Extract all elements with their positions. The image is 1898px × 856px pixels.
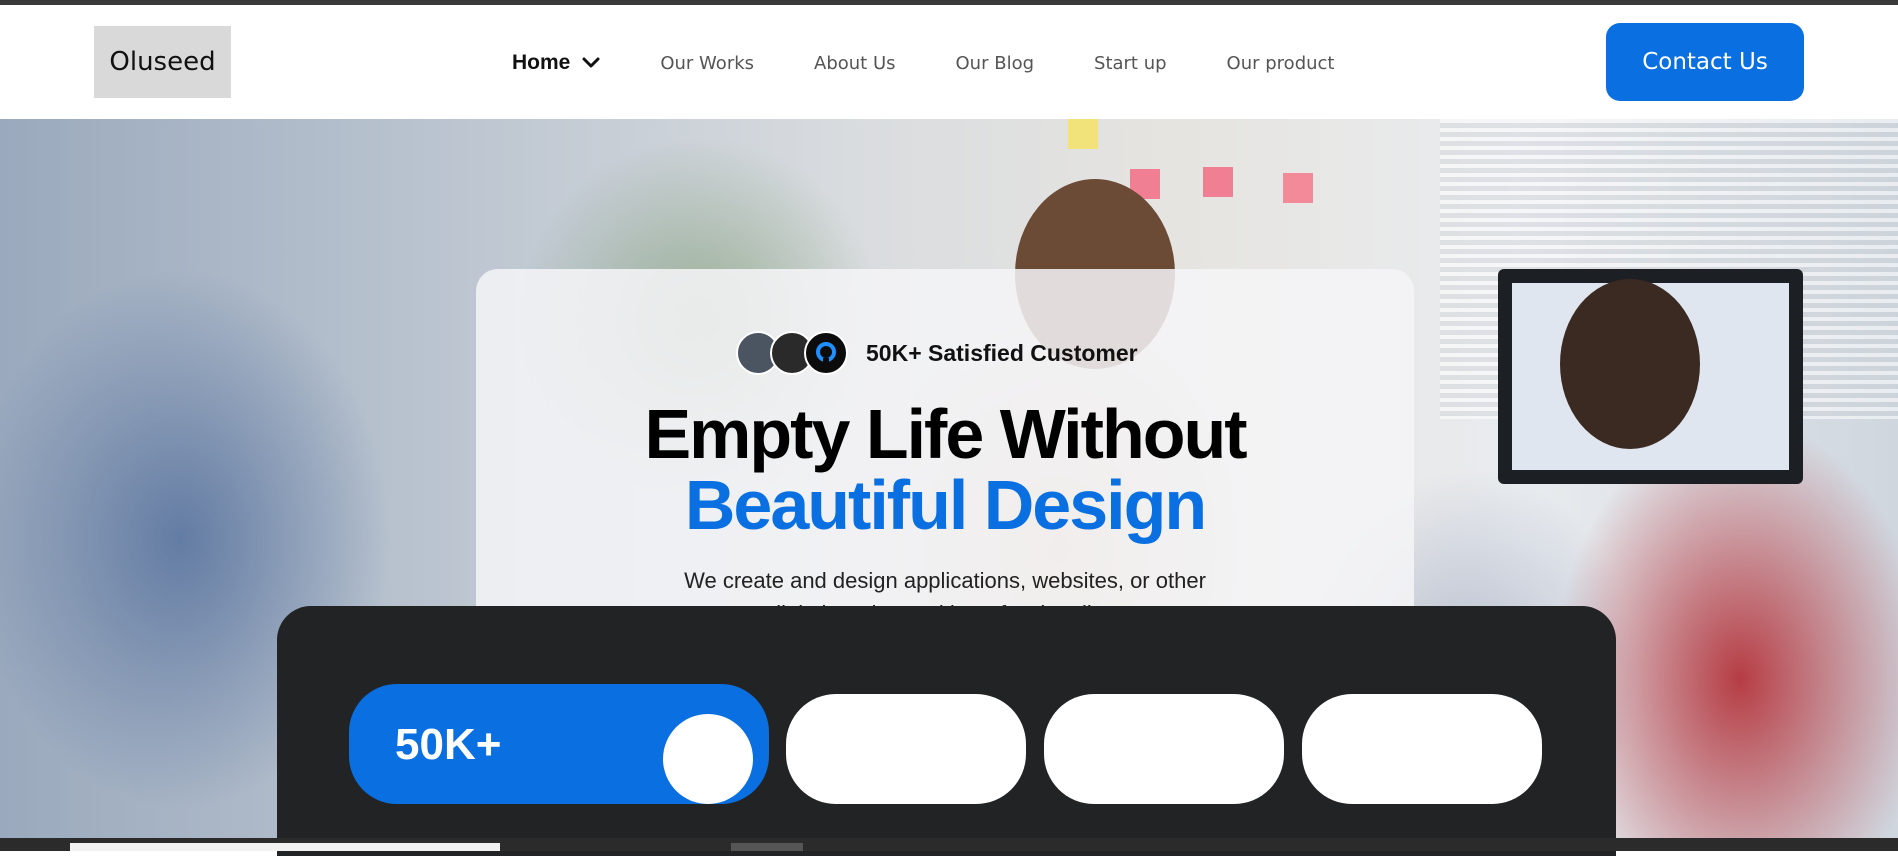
stat-icon-circle <box>663 714 753 804</box>
nav-home-label: Home <box>512 51 571 74</box>
nav-our-blog[interactable]: Our Blog <box>956 53 1035 74</box>
nav-start-up[interactable]: Start up <box>1094 53 1167 74</box>
contact-us-button[interactable]: Contact Us <box>1606 23 1804 101</box>
avatar <box>804 331 848 375</box>
taskbar-item[interactable] <box>70 843 500 851</box>
stat-card-main: 50K+ <box>349 684 769 804</box>
nav-about-us[interactable]: About Us <box>814 53 896 74</box>
main-nav: Home Our Works About Us Our Blog Start u… <box>512 48 1394 78</box>
site-header: Oluseed Home Our Works About Us Our Blog… <box>0 5 1898 120</box>
stat-card <box>1044 694 1284 804</box>
nav-home[interactable]: Home <box>512 51 600 75</box>
sticky-note-decoration <box>1203 167 1233 197</box>
hero-headline: Empty Life Without <box>644 395 1247 473</box>
stat-card <box>1302 694 1542 804</box>
customer-proof: 50K+ Satisfied Customer <box>736 329 1138 377</box>
logo[interactable]: Oluseed <box>94 26 231 98</box>
sticky-note-decoration <box>1283 173 1313 203</box>
nav-our-works[interactable]: Our Works <box>660 53 754 74</box>
person-decoration <box>1560 279 1700 449</box>
customer-count-label: 50K+ Satisfied Customer <box>866 339 1138 366</box>
stats-panel: 50K+ <box>277 606 1616 856</box>
sticky-note-decoration <box>1068 119 1098 149</box>
stat-card <box>786 694 1026 804</box>
taskbar-item[interactable] <box>731 843 803 851</box>
hero-headline-accent: Beautiful Design <box>684 466 1207 544</box>
user-icon <box>816 342 836 364</box>
chevron-down-icon <box>582 51 600 75</box>
stat-value: 50K+ <box>395 720 502 769</box>
nav-our-product[interactable]: Our product <box>1227 53 1335 74</box>
